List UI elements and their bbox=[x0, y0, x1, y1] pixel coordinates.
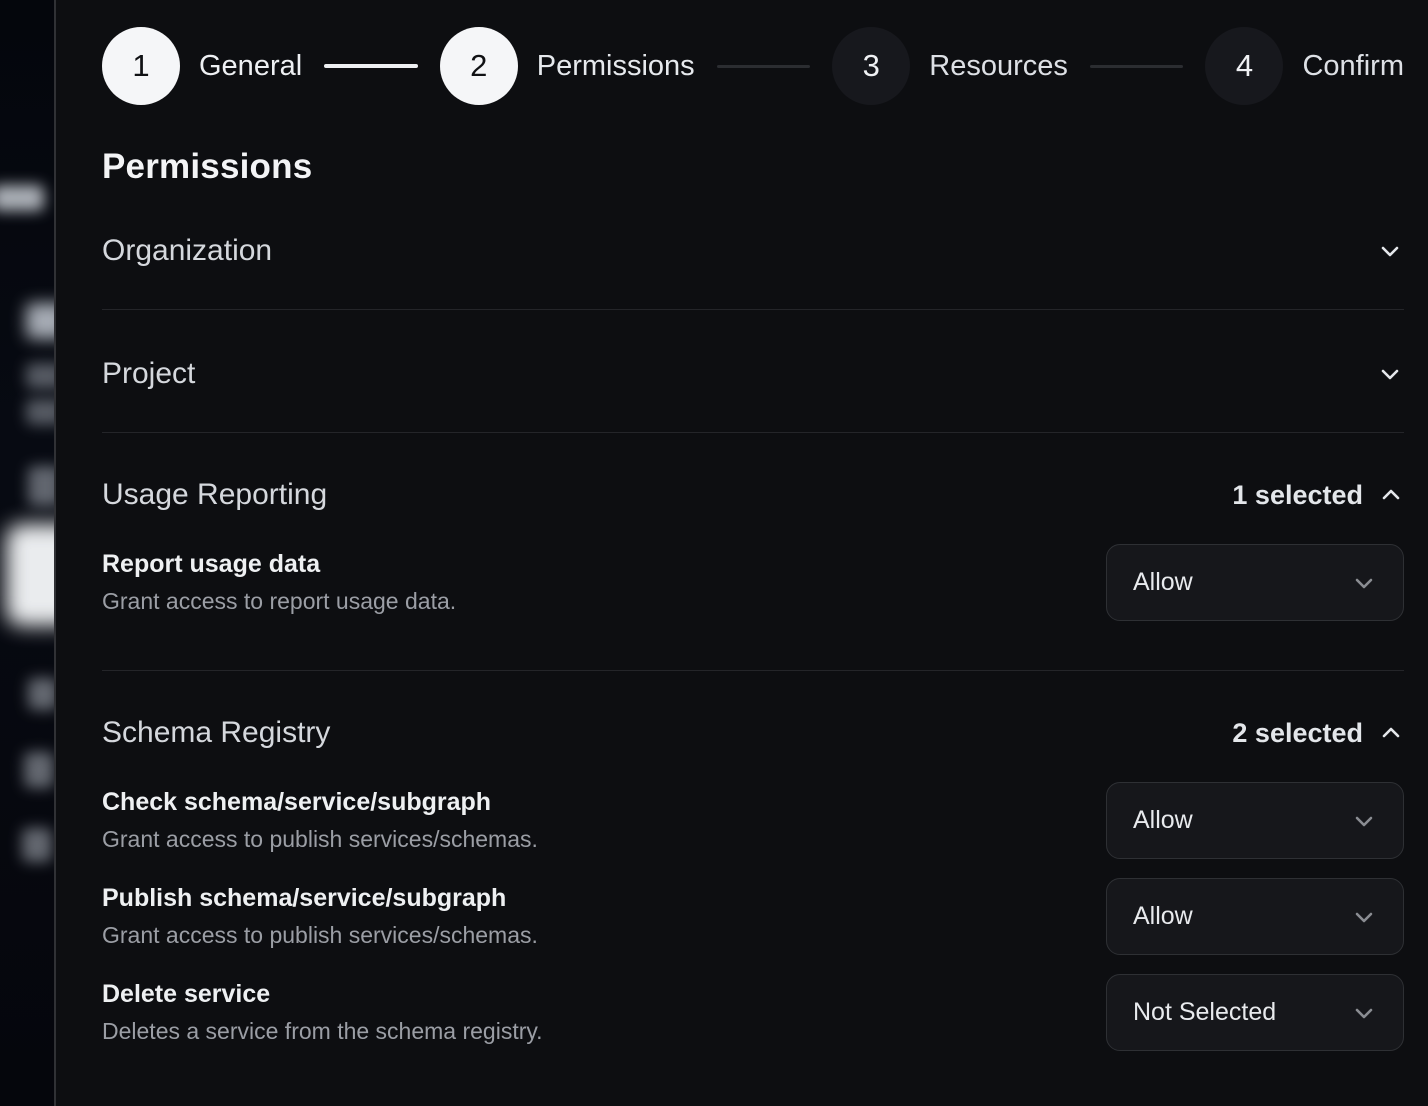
step-resources[interactable]: 3 Resources bbox=[832, 27, 1068, 105]
permission-row-report-usage-data: Report usage data Grant access to report… bbox=[102, 544, 1404, 621]
step-4-circle: 4 bbox=[1205, 27, 1283, 105]
sidebar bbox=[0, 0, 54, 1106]
section-project-header[interactable]: Project bbox=[102, 310, 1404, 433]
sidebar-blurred-heading bbox=[26, 303, 54, 339]
selected-summary: 2 selected bbox=[1232, 718, 1404, 749]
stepper-connector bbox=[1090, 65, 1184, 68]
step-3-circle: 3 bbox=[832, 27, 910, 105]
permission-row-publish-schema: Publish schema/service/subgraph Grant ac… bbox=[102, 878, 1404, 955]
selected-count: 1 selected bbox=[1232, 480, 1363, 511]
selected-summary: 1 selected bbox=[1232, 480, 1404, 511]
permission-row-check-schema: Check schema/service/subgraph Grant acce… bbox=[102, 782, 1404, 859]
section-schema-registry-header[interactable]: Schema Registry 2 selected bbox=[102, 671, 1404, 750]
step-4-label: Confirm bbox=[1302, 50, 1404, 83]
section-usage-reporting: Usage Reporting 1 selected Report usage … bbox=[102, 433, 1404, 671]
permission-text: Report usage data Grant access to report… bbox=[102, 549, 456, 616]
permission-text: Publish schema/service/subgraph Grant ac… bbox=[102, 883, 538, 950]
section-title: Schema Registry bbox=[102, 716, 330, 750]
sidebar-blurred-nav-item bbox=[28, 678, 54, 710]
step-permissions[interactable]: 2 Permissions bbox=[440, 27, 695, 105]
step-3-number: 3 bbox=[863, 48, 880, 84]
section-title: Project bbox=[102, 357, 195, 391]
permissions-step-panel: 1 General 2 Permissions 3 Resources bbox=[56, 0, 1428, 1106]
select-value: Allow bbox=[1133, 806, 1193, 835]
sidebar-blurred-active-item bbox=[6, 524, 54, 626]
step-2-circle: 2 bbox=[440, 27, 518, 105]
sidebar-blurred-nav-item bbox=[22, 828, 52, 862]
permission-description: Grant access to publish services/schemas… bbox=[102, 824, 538, 854]
permission-description: Deletes a service from the schema regist… bbox=[102, 1016, 543, 1046]
stepper-connector-active bbox=[324, 64, 418, 68]
sidebar-blurred-badge bbox=[0, 185, 44, 211]
step-1-circle: 1 bbox=[102, 27, 180, 105]
chevron-down-icon bbox=[1351, 904, 1377, 930]
chevron-down-icon bbox=[1376, 237, 1404, 265]
permission-row-delete-service: Delete service Deletes a service from th… bbox=[102, 974, 1404, 1051]
permission-description: Grant access to report usage data. bbox=[102, 586, 456, 616]
step-4-number: 4 bbox=[1236, 48, 1253, 84]
delete-service-select[interactable]: Not Selected bbox=[1106, 974, 1404, 1051]
chevron-down-icon bbox=[1376, 360, 1404, 388]
chevron-down-icon bbox=[1351, 570, 1377, 596]
chevron-up-icon bbox=[1378, 482, 1404, 508]
step-1-number: 1 bbox=[132, 48, 149, 84]
selected-count: 2 selected bbox=[1232, 718, 1363, 749]
sidebar-blurred-text-line bbox=[26, 363, 54, 389]
permission-name: Report usage data bbox=[102, 549, 456, 579]
select-value: Allow bbox=[1133, 902, 1193, 931]
step-2-number: 2 bbox=[470, 48, 487, 84]
stepper-connector bbox=[717, 65, 811, 68]
page-title: Permissions bbox=[102, 147, 1404, 187]
select-value: Allow bbox=[1133, 568, 1193, 597]
permission-name: Check schema/service/subgraph bbox=[102, 787, 538, 817]
sidebar-blurred-icon bbox=[28, 466, 54, 506]
report-usage-data-select[interactable]: Allow bbox=[1106, 544, 1404, 621]
section-title: Usage Reporting bbox=[102, 478, 327, 512]
permission-description: Grant access to publish services/schemas… bbox=[102, 920, 538, 950]
permission-name: Publish schema/service/subgraph bbox=[102, 883, 538, 913]
check-schema-select[interactable]: Allow bbox=[1106, 782, 1404, 859]
sidebar-blurred-nav-item bbox=[24, 752, 54, 788]
permission-name: Delete service bbox=[102, 979, 543, 1009]
section-organization-header[interactable]: Organization bbox=[102, 187, 1404, 310]
section-schema-registry: Schema Registry 2 selected Check schema/… bbox=[102, 671, 1404, 1051]
step-1-label: General bbox=[199, 50, 302, 83]
section-title: Organization bbox=[102, 234, 272, 268]
select-value: Not Selected bbox=[1133, 998, 1276, 1027]
permission-text: Check schema/service/subgraph Grant acce… bbox=[102, 787, 538, 854]
step-3-label: Resources bbox=[929, 50, 1068, 83]
publish-schema-select[interactable]: Allow bbox=[1106, 878, 1404, 955]
chevron-up-icon bbox=[1378, 720, 1404, 746]
chevron-down-icon bbox=[1351, 1000, 1377, 1026]
section-usage-reporting-header[interactable]: Usage Reporting 1 selected bbox=[102, 433, 1404, 512]
step-general[interactable]: 1 General bbox=[102, 27, 302, 105]
wizard-stepper: 1 General 2 Permissions 3 Resources bbox=[102, 27, 1404, 105]
permission-text: Delete service Deletes a service from th… bbox=[102, 979, 543, 1046]
chevron-down-icon bbox=[1351, 808, 1377, 834]
step-2-label: Permissions bbox=[537, 50, 695, 83]
sidebar-blurred-text-line bbox=[26, 399, 54, 425]
step-confirm[interactable]: 4 Confirm bbox=[1205, 27, 1404, 105]
